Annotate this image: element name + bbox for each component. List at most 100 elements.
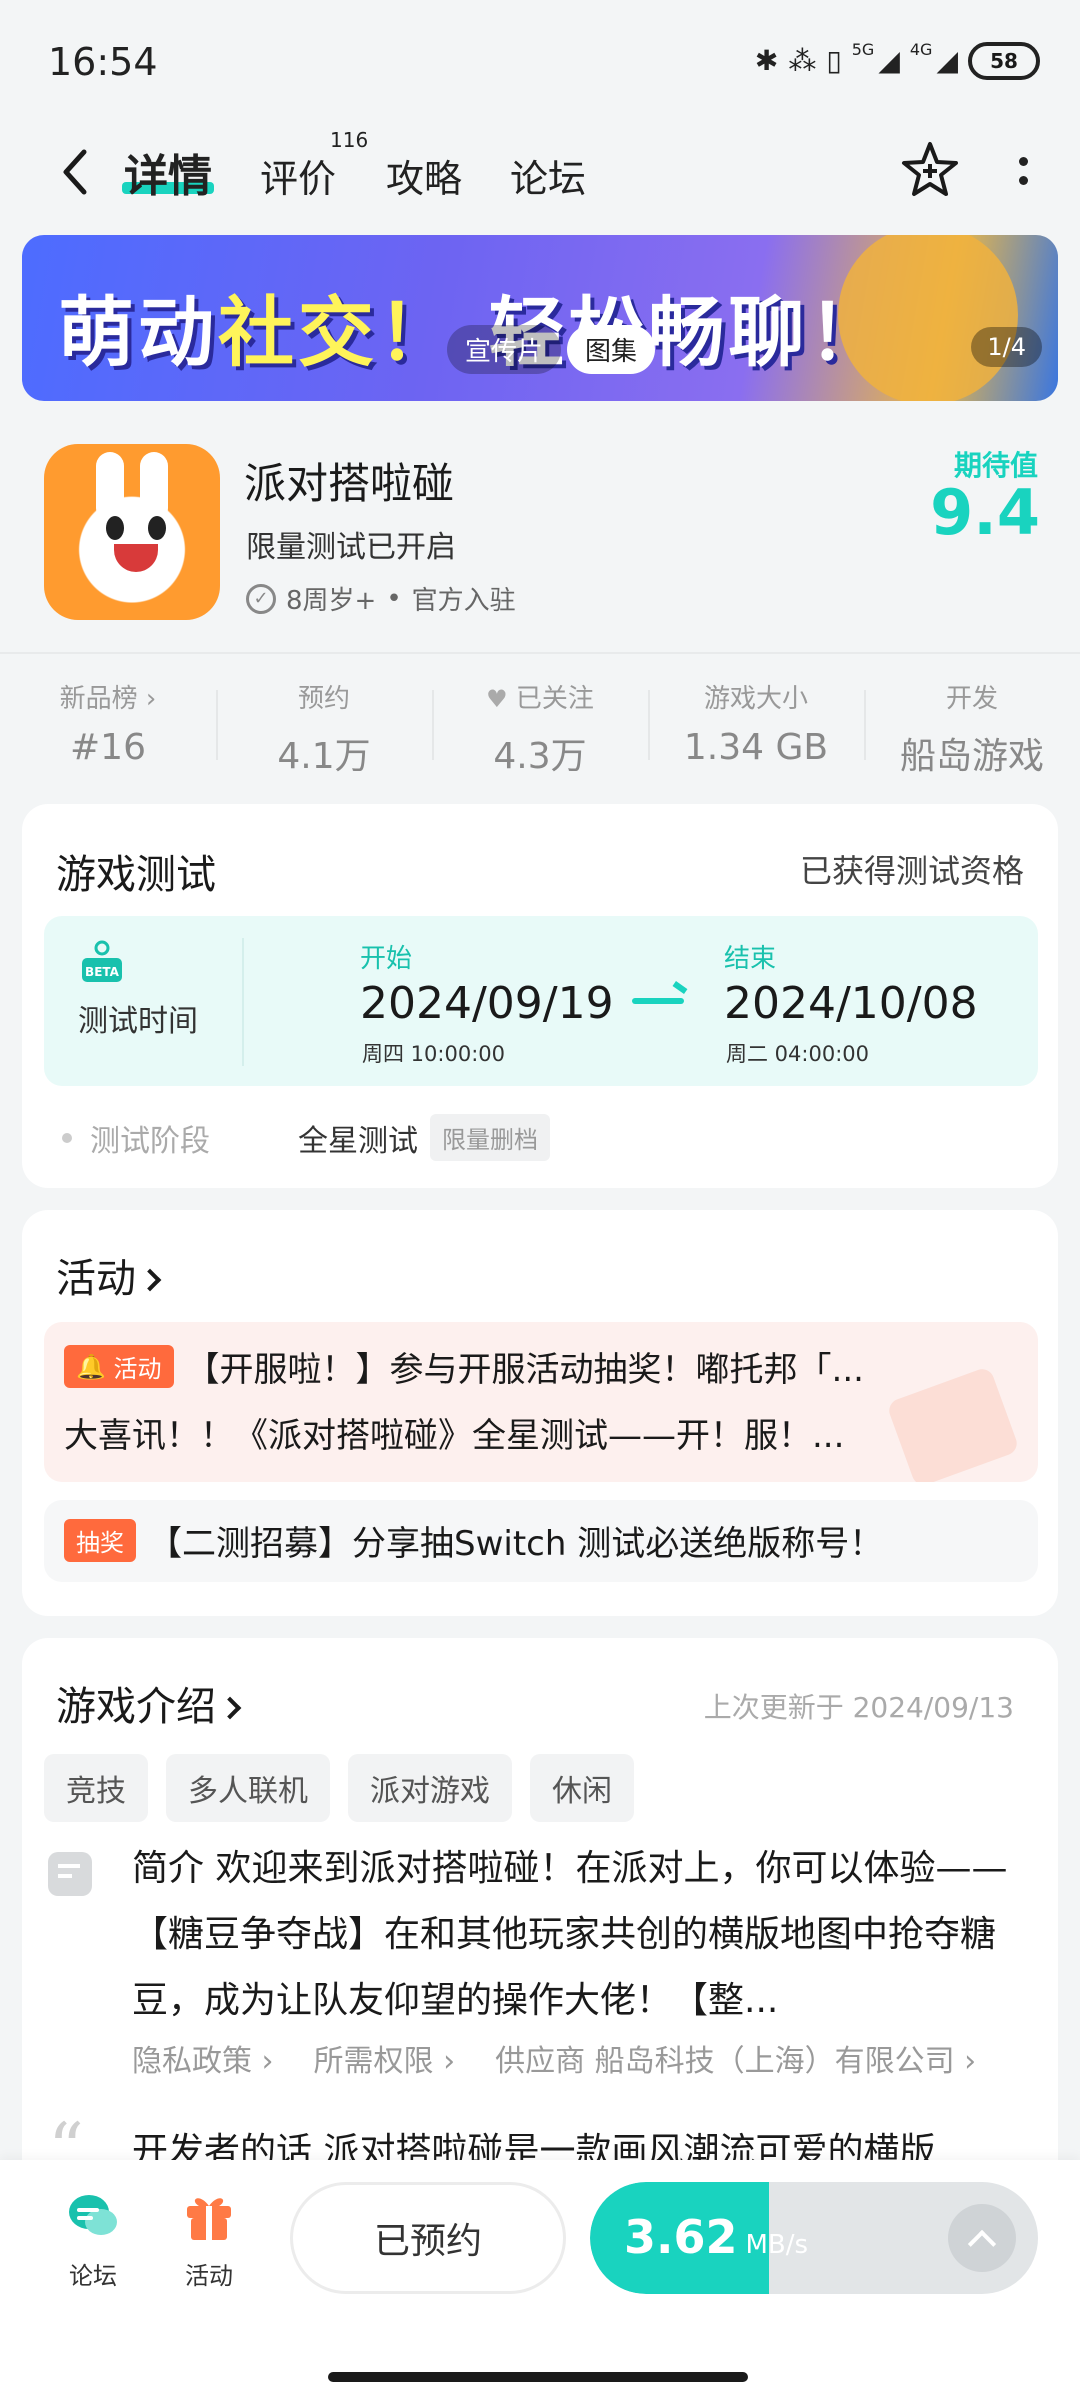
activity-title: 【开服啦！】参与开服活动抽奖！嘟托邦「... [185, 1350, 864, 1390]
media-banner[interactable]: 萌动社交！ 轻松畅聊！ 宣传片 图集 1/4 [22, 235, 1058, 401]
intro-card-title[interactable]: 游戏介绍 [56, 1674, 242, 1732]
network-4g-label: 4G [909, 39, 933, 59]
privacy-policy-link[interactable]: 隐私政策 › [132, 2036, 274, 2080]
divider [0, 652, 1080, 654]
test-stage-row: 测试阶段 全星测试 限量删档 [62, 1114, 550, 1161]
stat-label: 开发 [945, 684, 998, 714]
app-icon-ear [140, 452, 168, 522]
test-time-box: BETA 测试时间 开始 2024/09/19 周四 10:00:00 结束 2… [44, 916, 1038, 1086]
download-speed: 3.62 MB/s [624, 2210, 808, 2264]
speed-value: 3.62 [624, 2210, 738, 2264]
back-button[interactable] [50, 142, 100, 202]
end-date: 2024/10/08 [724, 978, 978, 1029]
chat-bubble-icon [69, 2195, 117, 2235]
banner-page-counter: 1/4 [971, 327, 1042, 367]
document-icon [48, 1852, 92, 1896]
start-label: 开始 [360, 944, 413, 974]
app-icon-eye [148, 516, 166, 540]
follow-star-button[interactable] [900, 140, 960, 200]
app-meta: ✓ 8周岁+ • 官方入驻 [246, 580, 516, 617]
stat-ranking[interactable]: 新品榜 › #16 [0, 660, 216, 780]
test-box-separator [242, 938, 244, 1066]
battery-icon: 58 [968, 42, 1040, 80]
start-time: 周四 10:00:00 [362, 1042, 505, 1066]
bell-icon: 🔔 [76, 1352, 106, 1381]
tab-forum[interactable]: 论坛 [510, 148, 586, 203]
permissions-link[interactable]: 所需权限 › [314, 2036, 456, 2080]
forum-label: 论坛 [69, 2262, 117, 2290]
stat-developer[interactable]: 开发 船岛游戏 [864, 660, 1080, 780]
genre-tags: 竞技 多人联机 派对游戏 休闲 [44, 1754, 634, 1822]
activity-item[interactable]: 🔔 活动 【开服啦！】参与开服活动抽奖！嘟托邦「... 大喜讯！！《派对搭啦碰》… [44, 1322, 1038, 1482]
signal-icon: ◢ [878, 44, 900, 77]
events-button[interactable]: 活动 [164, 2188, 254, 2291]
more-options-button[interactable] [1008, 146, 1038, 196]
bluetooth-icon: ✱ [754, 44, 779, 77]
test-card-title: 游戏测试 [56, 852, 216, 898]
events-label: 活动 [185, 2262, 233, 2290]
app-header: 派对搭啦碰 限量测试已开启 ✓ 8周岁+ • 官方入驻 期待值 9.4 [0, 410, 1080, 650]
rating-value: 9.4 [930, 476, 1040, 549]
genre-tag[interactable]: 多人联机 [166, 1754, 330, 1822]
genre-tag[interactable]: 竞技 [44, 1754, 148, 1822]
stat-label: 新品榜 › [59, 684, 157, 714]
stat-label: 游戏大小 [703, 684, 808, 714]
bullet-dot [62, 1132, 72, 1143]
stat-value: 4.1万 [277, 736, 371, 777]
download-progress-button[interactable]: 3.62 MB/s [590, 2182, 1038, 2294]
stat-value: #16 [70, 727, 146, 768]
lottery-tag: 抽奖 [64, 1519, 136, 1562]
genre-tag[interactable]: 派对游戏 [348, 1754, 512, 1822]
lottery-title: 【二测招募】分享抽Switch 测试必送绝版称号！ [148, 1524, 884, 1564]
app-icon-mouth [114, 544, 158, 572]
activity-tag: 🔔 活动 [64, 1345, 174, 1388]
genre-tag[interactable]: 休闲 [530, 1754, 634, 1822]
stats-row: 新品榜 › #16 预约 4.1万 ♥ 已关注 4.3万 游戏大小 1.34 G… [0, 660, 1080, 780]
intro-description[interactable]: 简介 欢迎来到派对搭啦碰！在派对上，你可以体验——【糖豆争夺战】在和其他玩家共创… [132, 1836, 1032, 2034]
stage-label: 测试阶段 [90, 1123, 210, 1159]
gallery-pill[interactable]: 图集 [567, 325, 656, 374]
status-bar: 16:54 ✱ ⁂ ▯ 5G ◢ 4G ◢ 58 [0, 0, 1080, 120]
home-indicator[interactable] [328, 2372, 748, 2382]
test-time-label: 测试时间 [78, 1004, 198, 1039]
more-dot-icon [1018, 176, 1028, 185]
lottery-item[interactable]: 抽奖 【二测招募】分享抽Switch 测试必送绝版称号！ [44, 1500, 1038, 1582]
stat-value: 4.3万 [493, 736, 587, 777]
stat-label: ♥ 已关注 [432, 678, 648, 715]
chevron-right-icon [218, 1696, 242, 1720]
video-pill[interactable]: 宣传片 [447, 325, 562, 374]
heart-check-icon: ♥ [486, 685, 508, 713]
stat-label-text: 已关注 [515, 684, 594, 714]
tab-guides[interactable]: 攻略 [386, 148, 462, 203]
intro-title-text: 游戏介绍 [56, 1684, 216, 1730]
official-badge[interactable]: 官方入驻 [412, 580, 516, 617]
beta-icon: BETA [82, 940, 122, 982]
stage-value: 全星测试 [298, 1123, 418, 1159]
app-subtitle: 限量测试已开启 [246, 530, 456, 565]
app-icon [44, 444, 220, 620]
tab-reviews[interactable]: 评价 [260, 148, 336, 203]
expand-download-button[interactable] [948, 2204, 1016, 2272]
gift-icon [187, 2198, 231, 2240]
stat-value: 1.34 GB [683, 727, 829, 768]
reserved-button[interactable]: 已预约 [290, 2182, 566, 2294]
stat-label: 预约 [297, 684, 350, 714]
game-test-card: 游戏测试 已获得测试资格 BETA 测试时间 开始 2024/09/19 周四 … [22, 804, 1058, 1188]
activity-title-text: 活动 [56, 1256, 136, 1302]
stat-value: 船岛游戏 [899, 736, 1044, 777]
arrow-right-icon [632, 998, 684, 1004]
nfc-icon: ⁂ [788, 44, 817, 77]
app-name: 派对搭啦碰 [244, 459, 455, 508]
activity-card-title[interactable]: 活动 [56, 1246, 162, 1304]
activity-row: 🔔 活动 【开服啦！】参与开服活动抽奖！嘟托邦「... [64, 1342, 966, 1391]
banner-title-part1: 萌动 [58, 288, 218, 377]
age-rating[interactable]: 8周岁+ [286, 580, 376, 617]
supplier-link[interactable]: 供应商 船岛科技（上海）有限公司 › [495, 2036, 976, 2080]
network-5g-label: 5G [851, 39, 875, 59]
app-icon-ear [96, 452, 124, 522]
forum-button[interactable]: 论坛 [48, 2188, 138, 2291]
test-qualification-status: 已获得测试资格 [799, 852, 1024, 890]
tab-details[interactable]: 详情 [124, 140, 212, 204]
verified-check-icon: ✓ [246, 583, 276, 614]
signal-icon-2: ◢ [936, 44, 958, 77]
